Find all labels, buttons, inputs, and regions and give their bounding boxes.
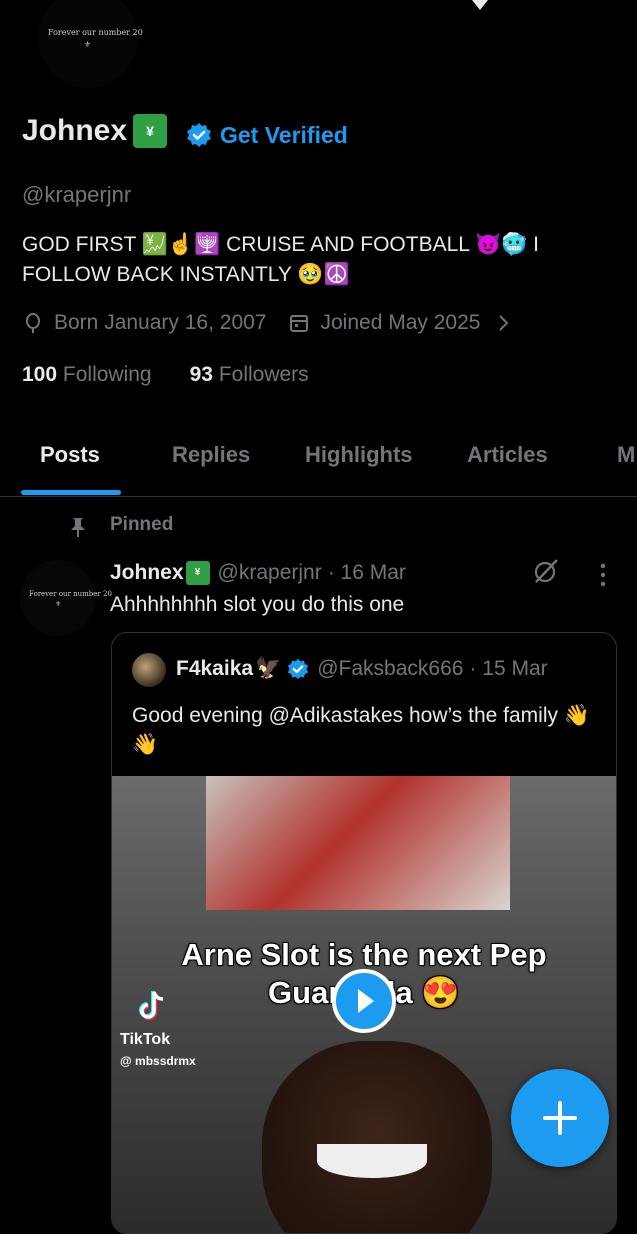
post-author[interactable]: Johnex xyxy=(110,561,184,585)
following-link[interactable]: 100 Following xyxy=(22,363,152,387)
eagle-emoji: 🦅 xyxy=(255,657,282,680)
avatar-text: Forever our number 20 xyxy=(29,590,112,598)
tab-posts[interactable]: Posts xyxy=(40,442,100,468)
grok-icon[interactable] xyxy=(530,556,560,586)
balloon-icon xyxy=(26,313,40,333)
compose-button[interactable] xyxy=(511,1069,609,1167)
tab-more[interactable]: M xyxy=(617,442,635,468)
play-icon xyxy=(358,989,374,1013)
tab-replies[interactable]: Replies xyxy=(172,442,250,468)
avatar-crest-icon: ⚜ xyxy=(55,601,62,608)
reaction-face xyxy=(262,1041,492,1233)
get-verified-link[interactable]: Get Verified xyxy=(220,122,348,149)
profile-avatar[interactable]: Forever our number 20 ⚜ xyxy=(38,0,143,88)
quoted-text: Good evening @Adikastakes how’s the fami… xyxy=(132,704,590,756)
tiktok-label: TikTok xyxy=(120,1031,171,1048)
post-header: Johnex ¥ @kraperjnr · 16 Mar xyxy=(110,561,406,585)
reaction-smile xyxy=(317,1144,427,1178)
joined-text: Joined May 2025 xyxy=(320,311,481,334)
active-tab-indicator xyxy=(21,490,121,495)
profile-handle: @kraperjnr xyxy=(22,182,132,207)
profile-bio: GOD FIRST 💹☝️🕎 CRUISE AND FOOTBALL 😈🥶 I … xyxy=(22,233,539,286)
chart-emoji-icon: ¥ xyxy=(133,114,168,148)
quoted-author[interactable]: F4kaika xyxy=(176,657,253,681)
profile-name: Johnex ¥ xyxy=(22,114,168,148)
followers-link[interactable]: 93 Followers xyxy=(190,363,309,387)
born-text: Born January 16, 2007 xyxy=(54,311,267,334)
post-date[interactable]: · 16 Mar xyxy=(328,561,406,585)
verified-badge-icon[interactable] xyxy=(186,122,212,148)
follow-counts: 100 Following 93 Followers xyxy=(22,363,309,387)
tab-articles[interactable]: Articles xyxy=(467,442,548,468)
tab-highlights[interactable]: Highlights xyxy=(305,442,413,468)
player-photo xyxy=(206,776,510,910)
calendar-icon xyxy=(290,315,309,332)
tiktok-username: @ mbssdrmx xyxy=(120,1054,196,1068)
verified-badge-icon xyxy=(288,658,309,680)
pinned-label: Pinned xyxy=(110,514,174,535)
post-avatar[interactable]: Forever our number 20 ⚜ xyxy=(20,560,112,636)
avatar-text: Forever our number 20 xyxy=(48,28,143,37)
quoted-header: F4kaika 🦅 @Faksback666 · 15 Mar xyxy=(176,657,548,681)
pin-icon xyxy=(71,518,85,537)
quoted-avatar[interactable] xyxy=(132,653,166,687)
top-chevron-icon xyxy=(472,0,488,10)
profile-name-text: Johnex xyxy=(22,114,128,147)
chart-emoji-icon: ¥ xyxy=(185,561,210,585)
tiktok-logo-icon xyxy=(139,991,164,1020)
chevron-right-icon[interactable] xyxy=(494,312,514,334)
quoted-date[interactable]: · 15 Mar xyxy=(469,657,547,681)
tabs-divider xyxy=(0,496,637,497)
plus-icon xyxy=(543,1101,577,1135)
profile-tabs: Posts Replies Highlights Articles M xyxy=(0,440,637,496)
more-icon[interactable] xyxy=(596,562,610,588)
avatar-crest-icon: ⚜ xyxy=(84,40,92,49)
post-handle[interactable]: @kraperjnr xyxy=(218,561,322,585)
play-button[interactable] xyxy=(332,969,396,1033)
post-text: Ahhhhhhhh slot you do this one xyxy=(110,593,405,616)
quoted-handle[interactable]: @Faksback666 xyxy=(317,657,463,681)
profile-meta: Born January 16, 2007 Joined May 2025 xyxy=(22,311,514,335)
